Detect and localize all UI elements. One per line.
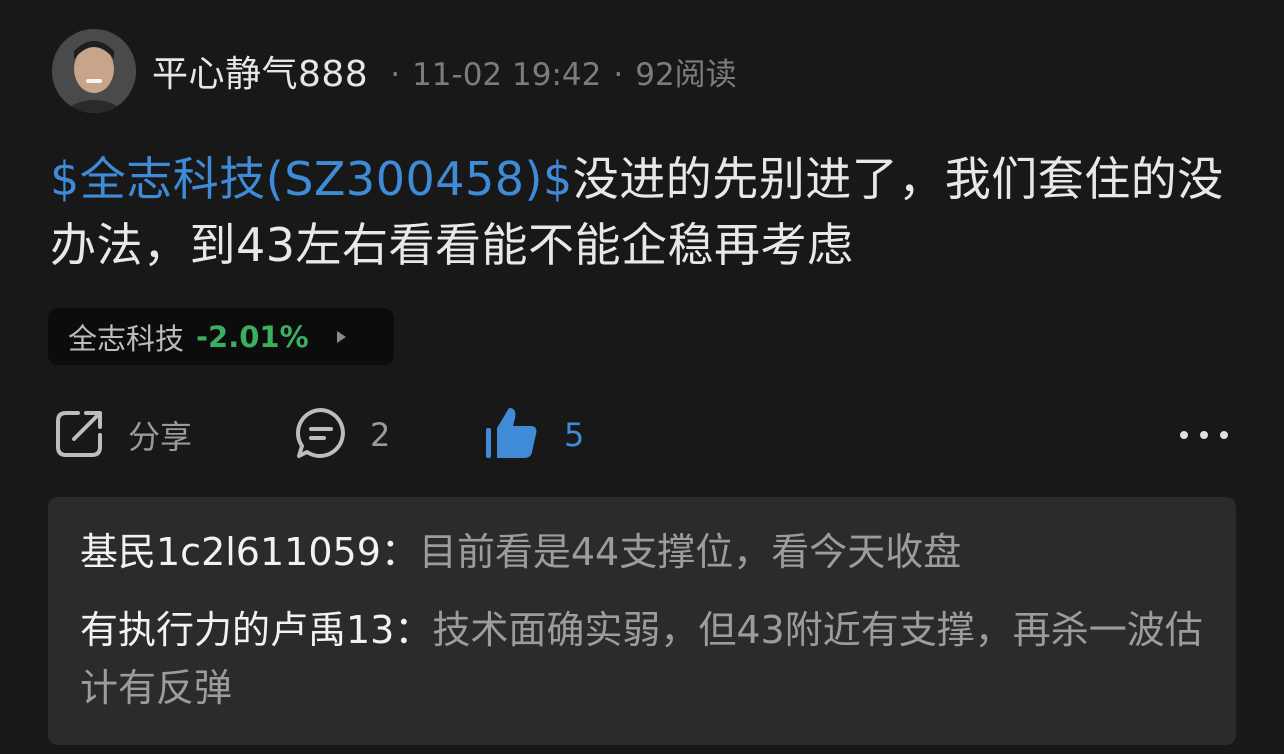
share-icon <box>54 407 106 463</box>
share-label: 分享 <box>128 418 193 456</box>
post-date: 11-02 19:42 <box>412 56 602 93</box>
comment-author[interactable]: 基民1c2l611059： <box>80 530 419 574</box>
comment-icon <box>294 406 348 464</box>
stock-chip-change: -2.01% <box>196 319 309 354</box>
stock-chip-name: 全志科技 <box>68 321 185 356</box>
stock-link[interactable]: $全志科技(SZ300458)$ <box>50 152 573 206</box>
more-icon[interactable] <box>1180 423 1228 447</box>
post-meta: · 11-02 19:42 · 92阅读 <box>378 49 736 94</box>
avatar[interactable] <box>52 29 136 113</box>
like-count: 5 <box>564 416 585 454</box>
more-dot <box>1180 431 1188 439</box>
post-header: 平心静气888 · 11-02 19:42 · 92阅读 <box>52 29 737 113</box>
chevron-right-icon <box>336 330 346 343</box>
author-name[interactable]: 平心静气888 <box>152 45 368 97</box>
read-count: 92阅读 <box>635 56 737 93</box>
action-bar: 分享 2 5 <box>0 405 1284 465</box>
stock-chip[interactable]: 全志科技 -2.01% <box>48 308 394 365</box>
comment-count: 2 <box>370 416 391 454</box>
meta-separator: · <box>613 56 624 93</box>
comment-preview[interactable]: 基民1c2l611059：目前看是44支撑位，看今天收盘 有执行力的卢禹13：技… <box>48 497 1236 745</box>
thumbs-up-icon <box>484 406 540 464</box>
more-dot <box>1200 431 1208 439</box>
comment-text: 目前看是44支撑位，看今天收盘 <box>418 530 962 574</box>
post-content: $全志科技(SZ300458)$没进的先别进了，我们套住的没办法，到43左右看看… <box>50 146 1230 278</box>
like-button[interactable]: 5 <box>484 405 584 465</box>
comment-item[interactable]: 基民1c2l611059：目前看是44支撑位，看今天收盘 <box>80 523 1204 581</box>
more-dot <box>1220 431 1228 439</box>
comment-item[interactable]: 有执行力的卢禹13：技术面确实弱，但43附近有支撑，再杀一波估计有反弹 <box>80 601 1204 717</box>
comment-author[interactable]: 有执行力的卢禹13： <box>80 608 432 652</box>
comment-button[interactable]: 2 <box>294 405 390 465</box>
meta-separator: · <box>390 56 401 93</box>
post-card: 平心静气888 · 11-02 19:42 · 92阅读 $全志科技(SZ300458… <box>0 0 1284 754</box>
share-button[interactable]: 分享 <box>54 405 192 465</box>
